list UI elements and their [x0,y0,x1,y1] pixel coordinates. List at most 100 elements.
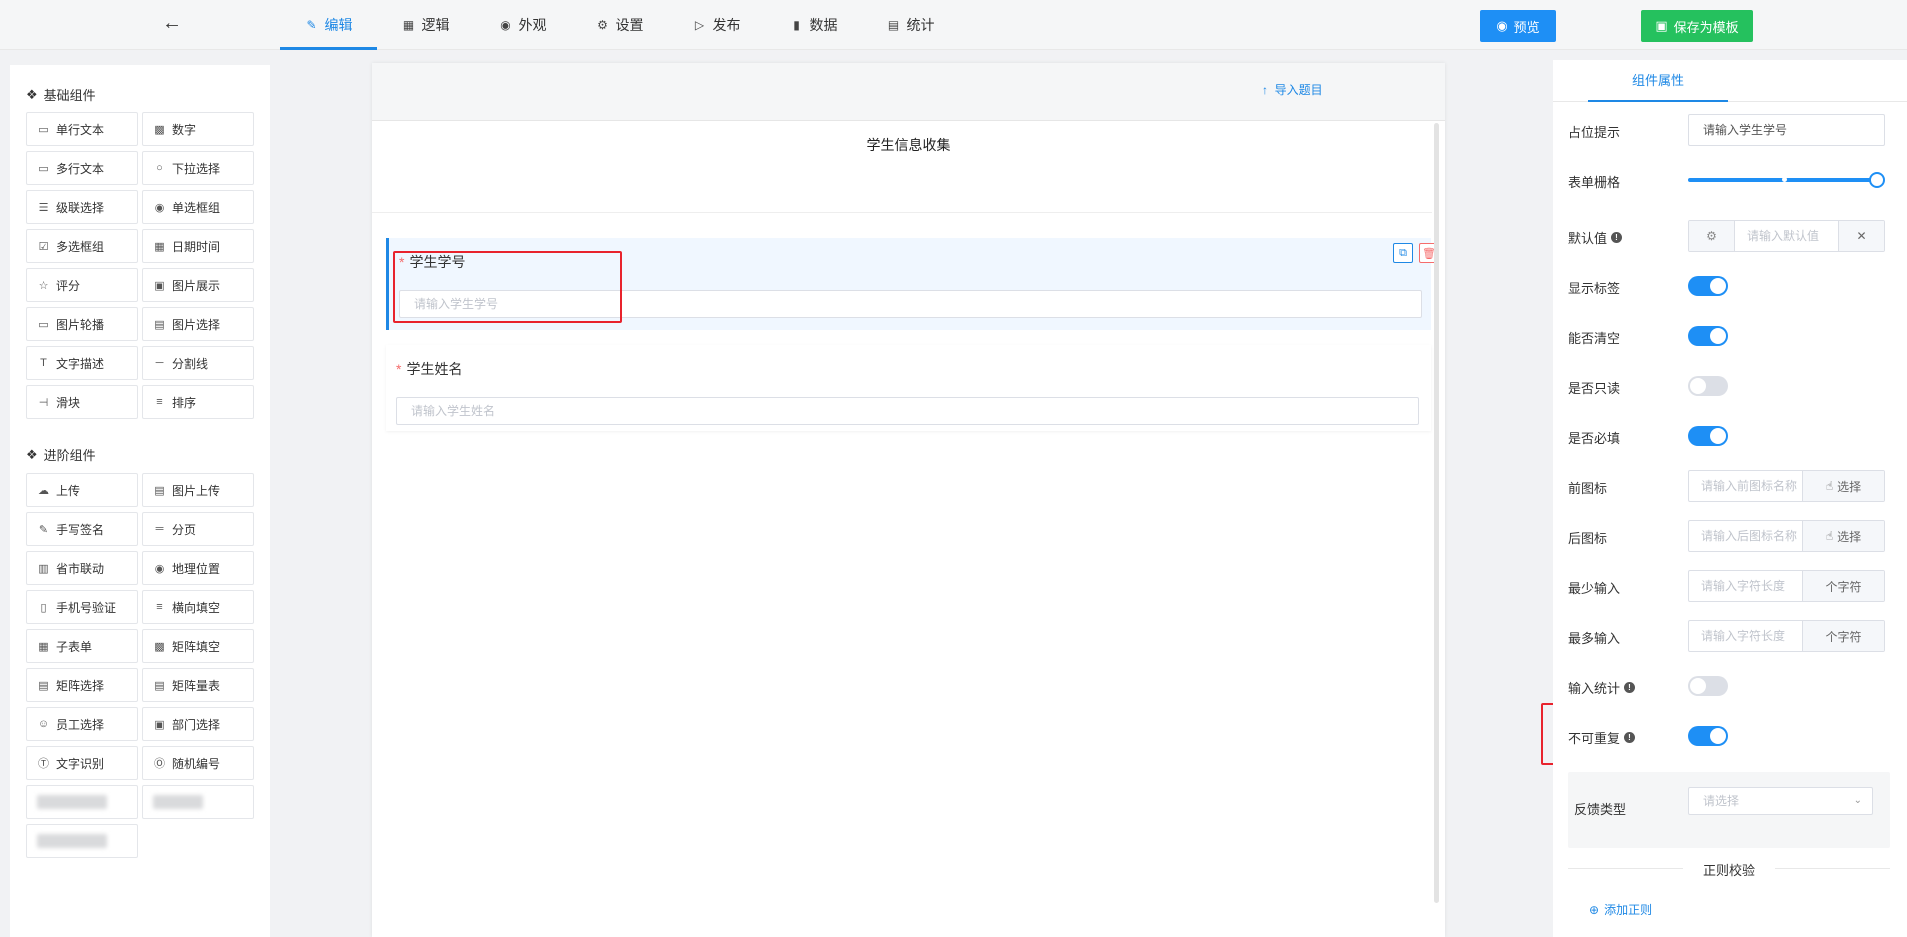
default-value-input[interactable]: ⚙ 请输入默认值 ✕ [1688,220,1885,252]
component-slider[interactable]: ⊣ 滑块 [26,385,138,419]
component-image-carousel[interactable]: ▭ 图片轮播 [26,307,138,341]
clear-icon[interactable]: ✕ [1838,221,1884,251]
component-dropdown[interactable]: ○ 下拉选择 [142,151,254,185]
arrow-up-icon: ↑ [1262,83,1268,97]
feedback-type-label: 反馈类型 [1574,802,1627,817]
back-arrow-icon[interactable]: ← [160,12,184,36]
component-matrix-select[interactable]: ▤ 矩阵选择 [26,668,138,702]
unique-switch[interactable] [1688,726,1728,746]
city-icon: ▥ [38,562,49,575]
label-text: 占位提示 [1568,125,1621,140]
component-blurred[interactable] [26,785,138,819]
show-label-label: 显示标签 [1568,278,1620,297]
grid-slider[interactable] [1688,164,1885,196]
component-ocr[interactable]: Ⓣ 文字识别 [26,746,138,780]
component-label: 级联选择 [56,200,105,215]
show-label-switch[interactable] [1688,276,1728,296]
char-unit: 个字符 [1802,621,1884,651]
feedback-type-box: 反馈类型 请选择 ⌄ [1568,772,1890,848]
component-radio-group[interactable]: ◉ 单选框组 [142,190,254,224]
tab-edit[interactable]: ✎ 编辑 [280,0,377,50]
required-switch[interactable] [1688,426,1728,446]
info-icon[interactable]: ! [1611,232,1623,243]
component-location[interactable]: ◉ 地理位置 [142,551,254,585]
clearable-switch[interactable] [1688,326,1728,346]
component-label: 滑块 [56,395,81,410]
component-upload[interactable]: ☁ 上传 [26,473,138,507]
default-value-field[interactable]: 请输入默认值 [1735,221,1838,251]
location-icon: ◉ [154,562,165,575]
presentation-icon: ▤ [887,18,900,32]
suffix-icon-select-button[interactable]: ☝ 选择 [1802,521,1884,551]
import-questions-link[interactable]: ↑ 导入题目 [1262,81,1323,98]
min-length-input[interactable]: 请输入字符长度 个字符 [1688,570,1885,602]
tab-logic[interactable]: ▦ 逻辑 [377,0,474,50]
readonly-switch[interactable] [1688,376,1728,396]
component-pagination[interactable]: ═ 分页 [142,512,254,546]
component-city-linkage[interactable]: ▥ 省市联动 [26,551,138,585]
component-horizontal-fill[interactable]: ≡ 横向填空 [142,590,254,624]
image-upload-icon: ▤ [154,484,165,497]
min-length-label: 最少输入 [1568,578,1620,597]
component-multi-line-text[interactable]: ▭ 多行文本 [26,151,138,185]
component-image-select[interactable]: ▤ 图片选择 [142,307,254,341]
tab-data[interactable]: ▮ 数据 [765,0,862,50]
component-subform[interactable]: ▦ 子表单 [26,629,138,663]
prefix-icon-select-button[interactable]: ☝ 选择 [1802,471,1884,501]
component-divider[interactable]: ─ 分割线 [142,346,254,380]
component-random-number[interactable]: Ⓞ 随机编号 [142,746,254,780]
component-datetime[interactable]: ▦ 日期时间 [142,229,254,263]
component-matrix-fill[interactable]: ▩ 矩阵填空 [142,629,254,663]
component-text-description[interactable]: T 文字描述 [26,346,138,380]
input-count-switch[interactable] [1688,676,1728,696]
component-image-upload[interactable]: ▤ 图片上传 [142,473,254,507]
copy-icon[interactable]: ⧉ [1393,243,1413,263]
component-matrix-scale[interactable]: ▤ 矩阵量表 [142,668,254,702]
max-length-field[interactable]: 请输入字符长度 [1689,621,1802,651]
save-template-button[interactable]: ▣ 保存为模板 [1641,10,1753,42]
component-cascader[interactable]: ☰ 级联选择 [26,190,138,224]
settings-icon[interactable]: ⚙ [1689,221,1735,251]
component-employee-select[interactable]: ☺ 员工选择 [26,707,138,741]
tab-settings[interactable]: ⚙ 设置 [571,0,668,50]
component-number[interactable]: ▩ 数字 [142,112,254,146]
grid-icon: ▦ [402,18,415,32]
tab-appearance[interactable]: ◉ 外观 [474,0,571,50]
student-name-input[interactable]: 请输入学生姓名 [396,397,1419,425]
properties-tabs: 组件属性 [1553,60,1907,102]
info-icon[interactable]: ! [1624,732,1636,743]
suffix-icon-input[interactable]: 请输入后图标名称 ☝ 选择 [1688,520,1885,552]
max-length-input[interactable]: 请输入字符长度 个字符 [1688,620,1885,652]
component-blurred[interactable] [142,785,254,819]
min-length-field[interactable]: 请输入字符长度 [1689,571,1802,601]
slider-handle[interactable] [1869,172,1885,188]
tab-publish[interactable]: ▷ 发布 [668,0,765,50]
preview-button[interactable]: ◉ 预览 [1480,10,1556,42]
upload-icon: ☁ [38,484,49,497]
component-label: 手写签名 [56,522,105,537]
component-signature[interactable]: ✎ 手写签名 [26,512,138,546]
add-regex-button[interactable]: ⊕ 添加正则 [1589,901,1652,918]
component-rating[interactable]: ☆ 评分 [26,268,138,302]
feedback-type-select[interactable]: 请选择 ⌄ [1688,787,1873,815]
carousel-icon: ▭ [38,318,49,331]
component-single-line-text[interactable]: ▭ 单行文本 [26,112,138,146]
tab-statistics[interactable]: ▤ 统计 [862,0,959,50]
tab-component-properties[interactable]: 组件属性 [1588,60,1728,102]
form-field[interactable]: * 学生姓名 请输入学生姓名 [386,345,1431,431]
component-image-display[interactable]: ▣ 图片展示 [142,268,254,302]
component-blurred[interactable] [26,824,138,858]
advanced-components-grid: ☁ 上传 ▤ 图片上传 ✎ 手写签名 ═ 分页 ▥ 省市联动 ◉ 地理位置 ▯ 手机号验证 ≡… [26,473,256,858]
placeholder-input[interactable]: 请输入学生学号 [1688,114,1885,146]
component-department-select[interactable]: ▣ 部门选择 [142,707,254,741]
info-icon[interactable]: ! [1624,682,1636,693]
canvas-scrollbar[interactable] [1434,123,1439,903]
component-sort[interactable]: ≡ 排序 [142,385,254,419]
prefix-icon-input[interactable]: 请输入前图标名称 ☝ 选择 [1688,470,1885,502]
subform-icon: ▦ [38,640,49,653]
prefix-icon-field[interactable]: 请输入前图标名称 [1689,471,1802,501]
suffix-icon-field[interactable]: 请输入后图标名称 [1689,521,1802,551]
component-phone-verify[interactable]: ▯ 手机号验证 [26,590,138,624]
component-checkbox-group[interactable]: ☑ 多选框组 [26,229,138,263]
image-select-icon: ▤ [154,318,165,331]
